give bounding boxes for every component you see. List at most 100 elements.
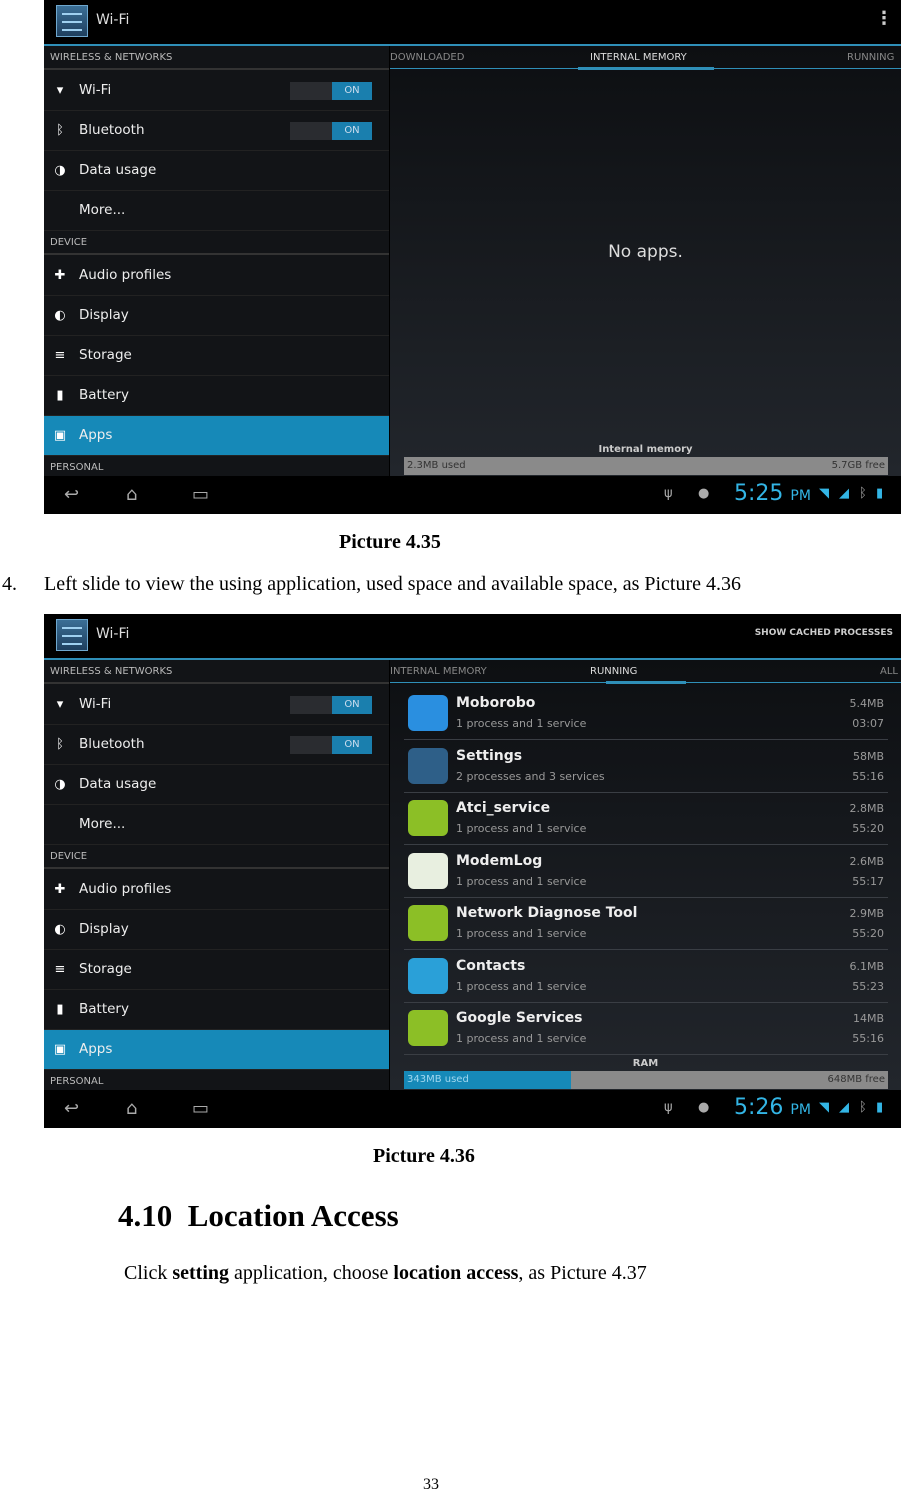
sidebar-item-data-usage[interactable]: ◑ Data usage (44, 151, 389, 191)
sidebar-item-label: Apps (79, 427, 113, 443)
storage-icon: ≡ (54, 962, 66, 977)
battery-icon: ▮ (876, 1100, 884, 1115)
display-icon: ◐ (54, 922, 66, 937)
wifi-toggle[interactable]: ON (290, 696, 372, 714)
process-row[interactable]: Settings 2 processes and 3 services 58MB 55… (404, 740, 888, 793)
process-row[interactable]: Moborobo 1 process and 1 service 5.4MB 03:0… (404, 687, 888, 740)
text: , as Picture 4.37 (518, 1262, 647, 1284)
navigation-bar: ↩ ⌂ ▭ ψ ● 5:25 PM ◥ ◢ ᛒ ▮ (44, 476, 901, 514)
process-row[interactable]: Atci_service 1 process and 1 service 2.8MB… (404, 792, 888, 845)
audio-icon: ✚ (54, 882, 66, 897)
bluetooth-toggle[interactable]: ON (290, 736, 372, 754)
process-memory: 5.4MB (849, 697, 884, 710)
sidebar-item-label: Battery (79, 1001, 129, 1017)
show-cached-processes-button[interactable]: SHOW CACHED PROCESSES (755, 628, 893, 638)
sidebar-item-display[interactable]: ◐ Display (44, 910, 389, 950)
sidebar-item-label: Storage (79, 347, 132, 363)
battery-icon: ▮ (876, 486, 884, 501)
storage-bar-label: Internal memory (598, 444, 693, 455)
step-number: 4. (2, 573, 17, 595)
free-label: 648MB free (827, 1074, 885, 1085)
instruction-paragraph: Click setting application, choose locati… (124, 1262, 647, 1285)
android-icon (408, 800, 448, 836)
clock-ampm: PM (790, 1102, 811, 1118)
wifi-icon: ▾ (56, 697, 64, 712)
selected-tab-indicator (606, 681, 686, 684)
back-button[interactable]: ↩ (64, 1098, 79, 1119)
sidebar-item-wifi[interactable]: ▾ Wi-Fi ON (44, 71, 389, 111)
process-row[interactable]: Network Diagnose Tool 1 process and 1 ser… (404, 897, 888, 950)
sidebar-item-display[interactable]: ◐ Display (44, 296, 389, 336)
title-bar: Wi-Fi SHOW CACHED PROCESSES (44, 614, 901, 660)
sidebar-item-audio[interactable]: ✚ Audio profiles (44, 870, 389, 910)
tab-internal-memory[interactable]: INTERNAL MEMORY (590, 52, 687, 63)
settings-app-icon[interactable] (56, 619, 88, 651)
process-description: 1 process and 1 service (456, 717, 587, 730)
battery-icon: ▮ (56, 1002, 64, 1017)
overflow-menu-icon[interactable]: ⋮ (875, 8, 893, 29)
sidebar-item-audio[interactable]: ✚ Audio profiles (44, 256, 389, 296)
process-name: Moborobo (456, 695, 536, 711)
process-name: Atci_service (456, 800, 551, 816)
tab-running[interactable]: RUNNING (847, 52, 894, 63)
sidebar-item-battery[interactable]: ▮ Battery (44, 990, 389, 1030)
process-name: Contacts (456, 957, 526, 974)
sidebar-item-label: Data usage (79, 776, 157, 792)
tab-all[interactable]: ALL (880, 666, 898, 677)
sidebar-item-more[interactable]: More... (44, 805, 389, 845)
header-device: DEVICE (50, 851, 88, 862)
sidebar-item-label: More... (79, 816, 126, 832)
sidebar-item-more[interactable]: More... (44, 191, 389, 231)
sidebar-item-apps[interactable]: ▣ Apps (44, 1030, 389, 1070)
back-button[interactable]: ↩ (64, 484, 79, 505)
bold-setting: setting (172, 1262, 230, 1284)
bold-location-access: location access (393, 1262, 519, 1284)
divider (44, 253, 389, 255)
sidebar-item-label: Apps (79, 1041, 113, 1057)
header-personal: PERSONAL (50, 462, 104, 473)
sidebar-item-label: Battery (79, 387, 129, 403)
sidebar-item-wifi[interactable]: ▾ Wi-Fi ON (44, 685, 389, 725)
used-label: 2.3MB used (407, 460, 466, 471)
process-description: 1 process and 1 service (456, 874, 587, 888)
sidebar-item-label: Display (79, 921, 129, 937)
header-personal: PERSONAL (50, 1076, 104, 1087)
audio-icon: ✚ (54, 268, 66, 283)
process-row[interactable]: ModemLog 1 process and 1 service 2.6MB 55:1… (404, 845, 888, 898)
settings-app-icon[interactable] (56, 5, 88, 37)
settings-sidebar: WIRELESS & NETWORKS ▾ Wi-Fi ON ᛒ Bluetooth ON ◑… (44, 46, 389, 476)
bluetooth-toggle[interactable]: ON (290, 122, 372, 140)
sidebar-item-bluetooth[interactable]: ᛒ Bluetooth ON (44, 725, 389, 765)
page-number: 33 (423, 1476, 439, 1493)
sidebar-item-data-usage[interactable]: ◑ Data usage (44, 765, 389, 805)
android-debug-icon: ● (698, 1100, 710, 1115)
clock: 5:25 PM (734, 481, 811, 506)
bluetooth-icon: ᛒ (56, 737, 64, 752)
sidebar-item-apps[interactable]: ▣ Apps (44, 416, 389, 456)
section-heading: 4.10 Location Access (118, 1198, 399, 1234)
process-row[interactable]: Google Services 1 process and 1 service 14… (404, 1002, 888, 1055)
sidebar-item-storage[interactable]: ≡ Storage (44, 336, 389, 376)
modemlog-icon (408, 852, 448, 889)
process-description: 1 process and 1 service (456, 927, 587, 940)
storage-usage-bar: 343MB used 648MB free (404, 1071, 888, 1089)
process-row[interactable]: Contacts 1 process and 1 service 6.1MB 55:2… (404, 950, 888, 1003)
section-title: Location Access (187, 1198, 399, 1233)
tab-downloaded[interactable]: DOWNLOADED (390, 52, 464, 63)
sidebar-item-battery[interactable]: ▮ Battery (44, 376, 389, 416)
screenshot-apps-running: Wi-Fi SHOW CACHED PROCESSES WIRELESS & NET… (44, 614, 901, 1128)
process-description: 1 process and 1 service (456, 822, 587, 835)
tab-internal-memory[interactable]: INTERNAL MEMORY (390, 666, 487, 677)
sidebar-item-label: Audio profiles (79, 881, 172, 897)
wifi-toggle[interactable]: ON (290, 82, 372, 100)
home-button[interactable]: ⌂ (126, 1098, 137, 1119)
sidebar-item-storage[interactable]: ≡ Storage (44, 950, 389, 990)
tab-running[interactable]: RUNNING (590, 666, 637, 677)
recent-apps-button[interactable]: ▭ (192, 484, 209, 505)
text: application, choose (229, 1262, 394, 1284)
sidebar-item-bluetooth[interactable]: ᛒ Bluetooth ON (44, 111, 389, 151)
home-button[interactable]: ⌂ (126, 484, 137, 505)
recent-apps-button[interactable]: ▭ (192, 1098, 209, 1119)
storage-bar-label: RAM (632, 1058, 659, 1069)
sidebar-item-label: Data usage (79, 162, 157, 178)
